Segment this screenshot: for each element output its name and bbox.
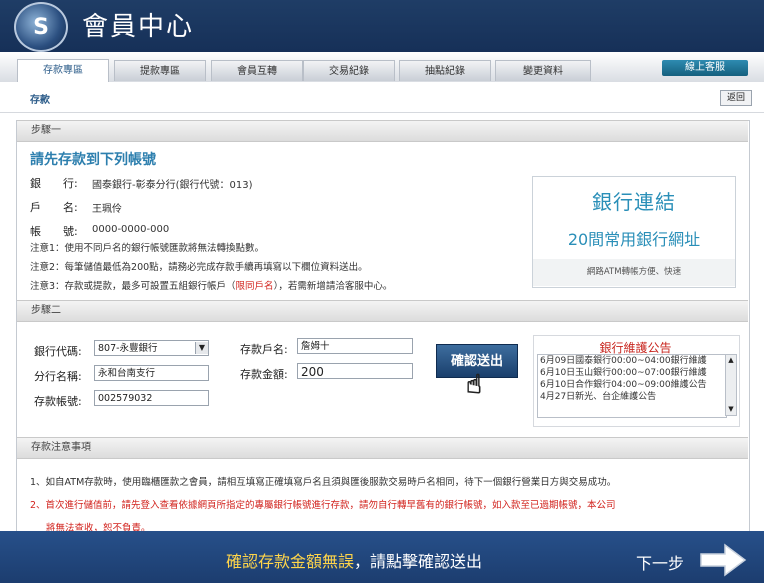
branch-label: 分行名稱: [34, 370, 82, 383]
bank-value: 國泰銀行-彰泰分行(銀行代號：013) [92, 180, 253, 191]
list-item: 6月10日玉山銀行00:00~07:00銀行維護 [540, 368, 707, 378]
account-label: 帳 號: [30, 225, 78, 238]
note-1: 注意1：使用不同戶名的銀行帳號匯款將無法轉換點數。 [30, 243, 265, 254]
deposit-account-label: 存款帳號: [34, 395, 82, 408]
depositor-input[interactable]: 詹姆十 [297, 338, 413, 354]
notes-header: 存款注意事項 [17, 437, 748, 459]
note-2: 注意2：每筆儲值最低為200點，請務必完成存款手續再填寫以下欄位資料送出。 [30, 262, 368, 273]
step2-header: 步驟二 [17, 300, 748, 322]
bank-link-title[interactable]: 銀行連結 [532, 186, 736, 215]
page-title: 會員中心 [82, 12, 195, 42]
bank-code-label: 銀行代碼: [34, 345, 82, 358]
list-item: 6月09日國泰銀行00:00~04:00銀行維護 [540, 356, 707, 366]
back-button[interactable]: 返回 [720, 90, 752, 106]
deposit-note-2: 2、首次進行儲值前，請先登入查看依據網頁所指定的專屬銀行帳號進行存款，請勿自行轉… [30, 500, 616, 511]
next-arrow-icon[interactable] [699, 542, 747, 578]
scroll-up-icon[interactable]: ▲ [726, 355, 736, 365]
amount-label: 存款金額: [240, 368, 288, 381]
nav-bar: 存款專區 提款專區 會員互轉 交易紀錄 抽點紀錄 變更資料 [0, 52, 764, 83]
list-item: 4月27日新光、台企維護公告 [540, 392, 657, 402]
bank-link-footer: 網路ATM轉帳方便、快速 [533, 259, 735, 286]
scroll-down-icon[interactable]: ▼ [726, 404, 736, 414]
next-step-label[interactable]: 下一步 [636, 550, 684, 574]
maintenance-scrollbar[interactable]: ▲ ▼ [725, 354, 737, 416]
section-title: 存款 [30, 95, 50, 106]
tab-profile[interactable]: 變更資料 [495, 60, 591, 81]
step1-heading: 請先存款到下列帳號 [30, 152, 156, 168]
name-label: 戶 名: [30, 201, 78, 214]
bottom-message: 確認存款金額無誤，請點擊確認送出 [226, 552, 483, 571]
site-logo: S [14, 2, 68, 52]
account-value: 0000-0000-000 [92, 224, 170, 235]
list-item: 6月10日合作銀行04:00~09:00維護公告 [540, 380, 707, 390]
tab-transactions[interactable]: 交易紀錄 [303, 60, 395, 81]
sub-bar [0, 82, 764, 113]
tab-member-transfer[interactable]: 會員互轉 [211, 60, 303, 81]
deposit-note-1: 1、如自ATM存款時，使用臨櫃匯款之會員，請相互填寫正確填寫戶名且須與匯後服款交… [30, 477, 617, 488]
branch-input[interactable]: 永和台南支行 [94, 365, 209, 381]
chevron-down-icon[interactable]: ▼ [195, 342, 208, 354]
bank-label: 銀 行: [30, 177, 78, 190]
tab-deposit[interactable]: 存款專區 [17, 59, 109, 82]
pointer-hand-icon: ☝ [466, 370, 483, 401]
step1-header: 步驟一 [17, 120, 748, 142]
tab-draw-records[interactable]: 抽點紀錄 [399, 60, 491, 81]
bank-code-select[interactable]: 807-永豐銀行 [94, 340, 209, 356]
bank-link-subtitle[interactable]: 20間常用銀行網址 [532, 226, 736, 250]
depositor-label: 存款戶名: [240, 343, 288, 356]
online-service-button[interactable]: 線上客服 [662, 60, 748, 76]
maintenance-list[interactable]: 6月09日國泰銀行00:00~04:00銀行維護 6月10日玉山銀行00:00~… [537, 354, 727, 418]
tab-withdraw[interactable]: 提款專區 [114, 60, 206, 81]
name-value: 王珮伶 [92, 204, 122, 215]
note-3: 注意3：存款或提款，最多可設置五組銀行帳戶（限同戶名），若需新增請洽客服中心。 [30, 281, 393, 292]
amount-input[interactable]: 200 [297, 363, 413, 379]
deposit-account-input[interactable]: 002579032 [94, 390, 209, 406]
